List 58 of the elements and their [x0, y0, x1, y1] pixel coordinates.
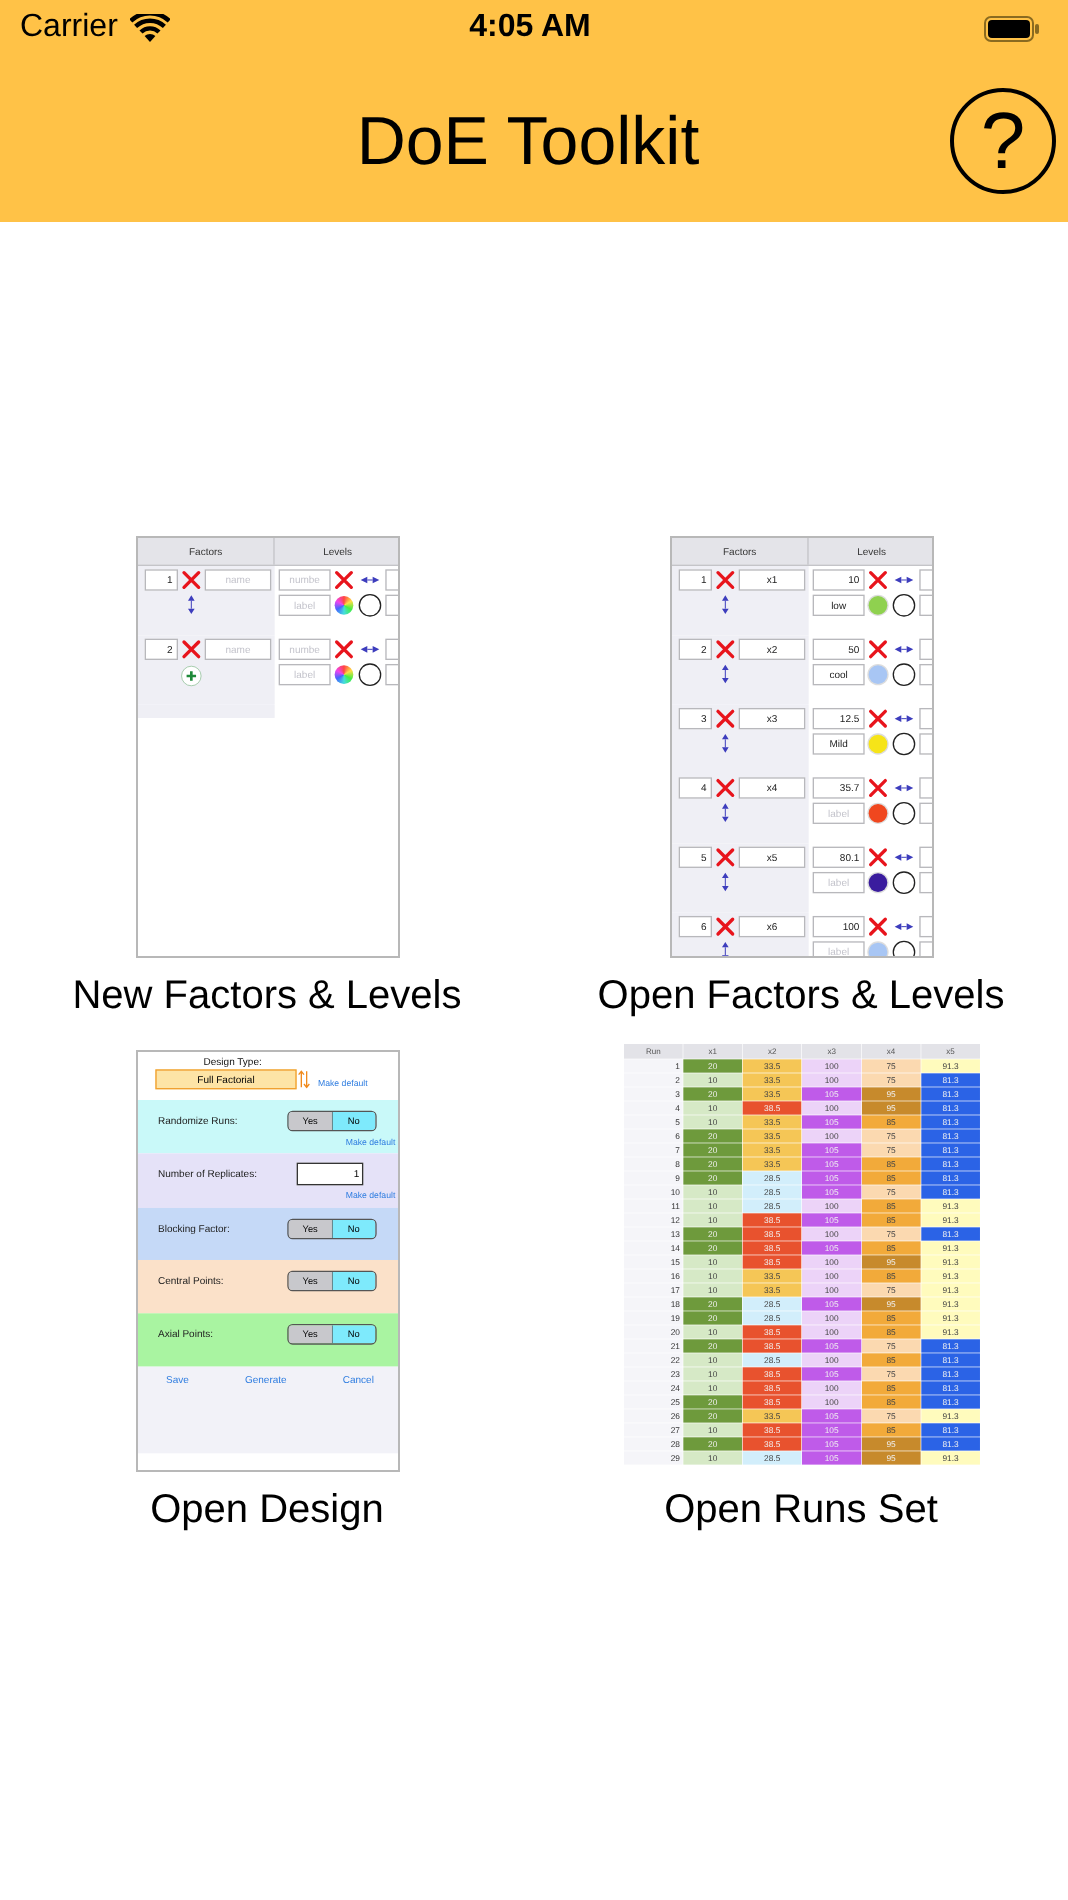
- preview-card[interactable]: [135, 1050, 399, 1472]
- delete-icon[interactable]: [866, 708, 888, 729]
- sort-icon[interactable]: [297, 1070, 309, 1089]
- empty-circle-icon[interactable]: [891, 801, 915, 826]
- delete-icon[interactable]: [332, 639, 354, 660]
- delete-icon[interactable]: [866, 916, 888, 937]
- up-down-arrows-icon[interactable]: [719, 802, 730, 823]
- delete-icon[interactable]: [866, 847, 888, 868]
- delete-icon[interactable]: [332, 570, 354, 590]
- left-right-arrows-icon[interactable]: [893, 784, 913, 792]
- delete-icon[interactable]: [866, 639, 888, 660]
- left-right-arrows-icon[interactable]: [359, 645, 379, 654]
- delete-icon[interactable]: [713, 778, 735, 798]
- left-right-arrows-icon[interactable]: [359, 576, 379, 584]
- up-down-arrows-icon[interactable]: [719, 594, 730, 615]
- delete-icon[interactable]: [713, 916, 735, 937]
- up-down-arrows-icon[interactable]: [185, 594, 196, 615]
- tile-caption[interactable]: Open Design: [150, 1488, 384, 1534]
- delete-icon[interactable]: [179, 570, 201, 590]
- left-right-arrows-icon[interactable]: [893, 853, 913, 862]
- wifi-icon: [129, 13, 170, 43]
- delete-icon[interactable]: [866, 778, 888, 798]
- up-down-arrows-icon[interactable]: [719, 871, 730, 892]
- delete-icon[interactable]: [179, 639, 201, 660]
- delete-icon[interactable]: [866, 570, 888, 590]
- tile-caption[interactable]: Open Runs Set: [664, 1488, 938, 1534]
- tile-caption[interactable]: Open Factors & Levels: [597, 974, 1005, 1020]
- up-down-arrows-icon[interactable]: [719, 941, 730, 956]
- left-right-arrows-icon[interactable]: [893, 645, 913, 654]
- up-down-arrows-icon[interactable]: [719, 733, 730, 754]
- left-right-arrows-icon[interactable]: [893, 922, 913, 931]
- empty-circle-icon[interactable]: [891, 662, 915, 687]
- carrier-label: Carrier: [20, 10, 118, 46]
- color-dot[interactable]: [867, 734, 887, 754]
- color-dot[interactable]: [867, 665, 887, 684]
- empty-circle-icon[interactable]: [891, 870, 915, 895]
- app-title: DoE Toolkit: [356, 104, 700, 182]
- add-icon[interactable]: [179, 664, 201, 688]
- up-down-arrows-icon[interactable]: [719, 664, 730, 684]
- left-right-arrows-icon[interactable]: [893, 714, 913, 723]
- color-dot[interactable]: [867, 873, 887, 892]
- help-button[interactable]: ?: [950, 88, 1056, 194]
- battery-icon: [984, 15, 1040, 41]
- delete-icon[interactable]: [713, 708, 735, 729]
- empty-circle-icon[interactable]: [357, 593, 381, 618]
- delete-icon[interactable]: [713, 847, 735, 868]
- left-right-arrows-icon[interactable]: [893, 576, 913, 584]
- empty-circle-icon[interactable]: [357, 662, 381, 687]
- empty-circle-icon[interactable]: [891, 593, 915, 618]
- delete-icon[interactable]: [713, 639, 735, 660]
- color-dot[interactable]: [867, 596, 887, 615]
- color-dot[interactable]: [867, 803, 887, 823]
- tile-caption[interactable]: New Factors & Levels: [72, 974, 462, 1020]
- delete-icon[interactable]: [713, 570, 735, 590]
- color-wheel-icon[interactable]: [333, 665, 353, 684]
- status-time: 4:05 AM: [469, 10, 591, 46]
- color-dot[interactable]: [867, 942, 887, 956]
- color-wheel-icon[interactable]: [333, 596, 353, 615]
